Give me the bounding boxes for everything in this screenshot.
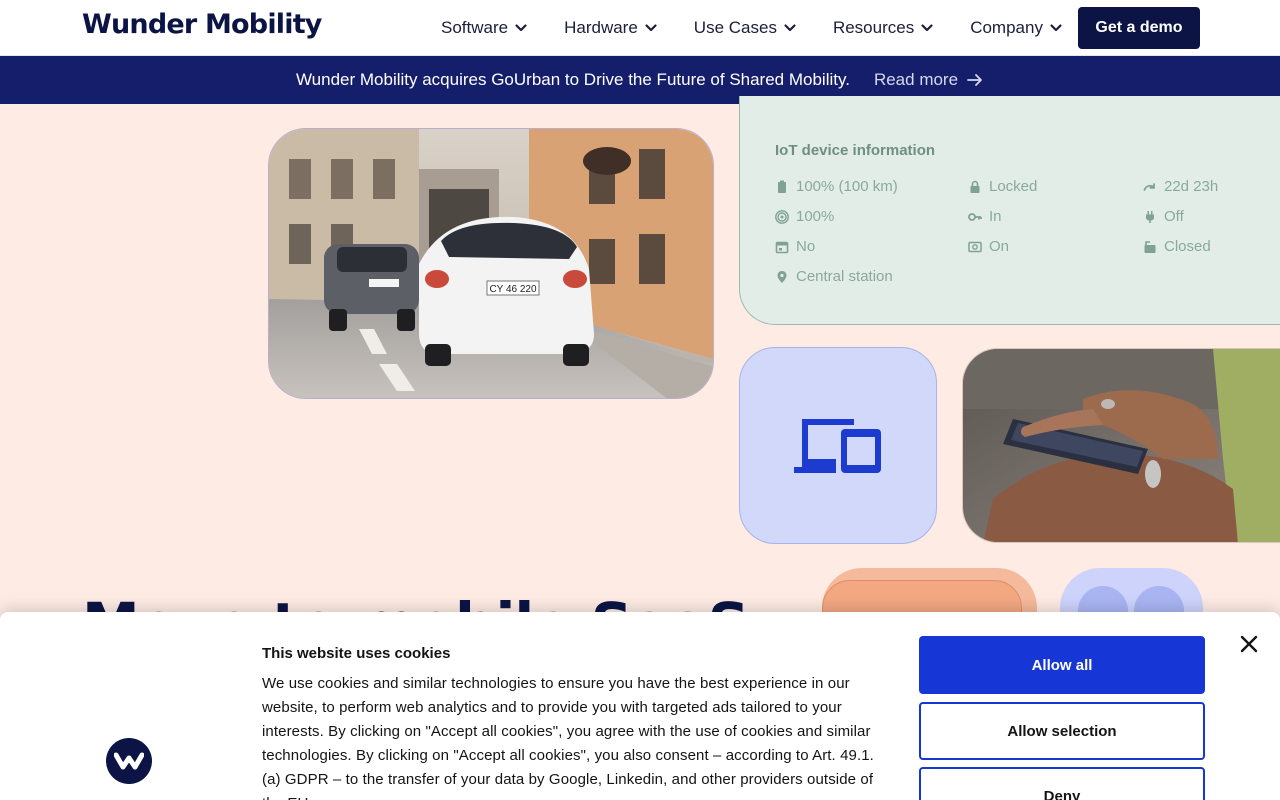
iot-signal: 100% [775,208,834,225]
chevron-down-icon [645,24,657,32]
nav-item-hardware[interactable]: Hardware [564,18,658,38]
phone-hands-illustration [963,349,1280,542]
deny-button[interactable]: Deny [919,767,1205,800]
site-header: Wunder Mobility Software Hardware Use Ca… [0,0,1280,56]
chevron-down-icon [1050,24,1062,32]
iot-engine: On [968,238,1009,255]
engine-value: On [989,238,1010,255]
iot-plug: Off [1143,208,1184,225]
wunder-logo-icon [106,738,152,784]
lock-icon [970,180,980,193]
uptime-value: 22d 23h [1164,178,1219,195]
cookie-title: This website uses cookies [262,645,451,662]
key-icon [968,212,982,221]
calendar-icon [775,241,789,253]
read-more-label: Read more [873,70,959,89]
engine-icon [968,241,982,252]
iot-battery: 100% (100 km) [775,178,898,195]
iot-key: In [968,208,1002,225]
site-logo[interactable]: Wunder Mobility [82,9,322,40]
redo-arrow-icon [1143,182,1155,191]
nav-item-software[interactable]: Software [441,18,528,38]
iot-device-card: IoT device information 100% (100 km) 100… [739,96,1280,325]
nav-label: Use Cases [693,18,777,37]
chevron-down-icon [784,24,796,32]
plug-value: Off [1164,208,1184,225]
trunk-icon [1144,240,1156,253]
car-street-photo: CY 46 220 [268,128,714,399]
nav-label: Hardware [564,18,638,37]
battery-icon [778,180,786,193]
iot-location: Central station [775,268,893,285]
iot-card-title: IoT device information [775,142,936,159]
location-pin-icon [777,270,787,283]
read-more-link[interactable]: Read more [874,70,984,90]
allow-all-button[interactable]: Allow all [919,636,1205,694]
nav-label: Software [441,18,509,37]
nav-item-company[interactable]: Company [970,18,1063,38]
iot-calendar: No [775,238,815,255]
laptop-phone-icon [794,418,881,473]
devices-tile [739,347,937,544]
iot-uptime: 22d 23h [1143,178,1218,195]
plug-icon [1146,210,1154,223]
close-icon[interactable] [1238,633,1260,655]
banner-text: Wunder Mobility acquires GoUrban to Driv… [295,70,850,89]
phone-hands-photo [962,348,1280,543]
battery-value: 100% (100 km) [796,178,898,195]
trunk-value: Closed [1164,238,1211,255]
signal-icon [775,209,789,224]
calendar-value: No [796,238,816,255]
nav-item-use-cases[interactable]: Use Cases [694,18,797,38]
cookie-consent-dialog: This website uses cookies We use cookies… [0,612,1280,800]
nav-label: Company [970,18,1043,37]
nav-item-resources[interactable]: Resources [833,18,934,38]
location-value: Central station [796,268,893,285]
license-plate: CY 46 220 [489,284,537,295]
arrow-right-icon [967,74,982,86]
chevron-down-icon [515,24,527,32]
chevron-down-icon [921,24,933,32]
nav-label: Resources [832,18,915,37]
car-illustration: CY 46 220 [269,129,713,398]
signal-value: 100% [796,208,835,225]
cookie-body: We use cookies and similar technologies … [262,675,874,800]
lock-value: Locked [989,178,1038,195]
main-nav: Software Hardware Use Cases Resources Co… [441,0,1099,56]
get-demo-button[interactable]: Get a demo [1078,7,1200,49]
iot-lock: Locked [968,178,1037,195]
allow-selection-button[interactable]: Allow selection [919,702,1205,760]
iot-trunk: Closed [1143,238,1211,255]
key-value: In [989,208,1002,225]
